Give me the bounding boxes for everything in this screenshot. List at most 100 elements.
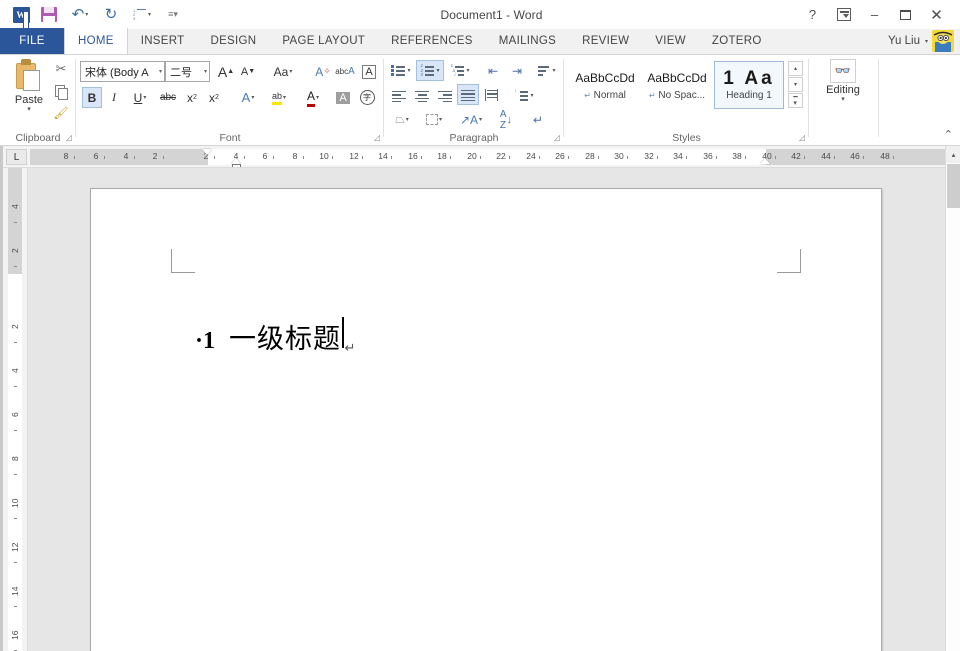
style-no-spacing[interactable]: AaBbCcDd ↵ No Spac...: [642, 61, 712, 109]
minimize-button[interactable]: –: [859, 2, 890, 27]
scrollbar-thumb[interactable]: [947, 164, 960, 208]
line-spacing-button-top[interactable]: ▾: [532, 60, 560, 81]
tab-zotero[interactable]: ZOTERO: [699, 28, 775, 54]
clear-formatting-icon[interactable]: A ✧: [312, 61, 334, 82]
format-painter-button[interactable]: 🖌: [50, 103, 72, 123]
ruler-minor-tick: [273, 156, 274, 159]
asian-layout-button[interactable]: ↗A ▾: [456, 109, 486, 130]
word-logo-icon[interactable]: W: [8, 4, 34, 26]
strikethrough-button[interactable]: abc: [156, 87, 180, 108]
shading-button[interactable]: ⏢ ▾: [388, 109, 416, 130]
redo-icon[interactable]: ↻: [98, 4, 124, 26]
styles-dialog-launcher[interactable]: ◿: [797, 133, 807, 143]
avatar[interactable]: [932, 30, 954, 52]
font-name-chevron-down-icon[interactable]: ▾: [157, 68, 162, 75]
distributed-button[interactable]: [480, 84, 502, 105]
phonetic-guide-icon[interactable]: abc A: [334, 61, 356, 82]
paragraph-dialog-launcher[interactable]: ◿: [552, 133, 562, 143]
collapse-ribbon-button[interactable]: ⌃: [944, 128, 953, 141]
heading-paragraph[interactable]: · 1 一级标题 ↵: [195, 317, 355, 356]
character-border-icon[interactable]: A: [358, 61, 380, 82]
center-button[interactable]: [411, 85, 433, 106]
tab-file[interactable]: FILE: [0, 28, 64, 54]
close-button[interactable]: ✕: [921, 2, 952, 27]
vertical-ruler[interactable]: 4 2 2 4 6 8 10 12 14 16: [0, 168, 28, 651]
subscript-button[interactable]: x2: [182, 87, 202, 108]
tab-mailings[interactable]: MAILINGS: [486, 28, 569, 54]
ribbon-display-options-icon[interactable]: [828, 2, 859, 27]
paste-chevron-down-icon[interactable]: ▾: [8, 106, 50, 114]
bullets-icon: [391, 64, 406, 77]
multilevel-list-button[interactable]: 1 a i ▾: [446, 60, 474, 81]
show-hide-marks-button[interactable]: ↵: [526, 109, 550, 130]
justify-button[interactable]: [457, 84, 479, 105]
help-button[interactable]: ?: [797, 2, 828, 27]
tab-design[interactable]: DESIGN: [197, 28, 269, 54]
document-page[interactable]: · 1 一级标题 ↵: [90, 188, 882, 651]
ruler-tick: 42: [791, 151, 801, 161]
tab-references[interactable]: REFERENCES: [378, 28, 486, 54]
font-dialog-launcher[interactable]: ◿: [372, 133, 382, 143]
change-case-button[interactable]: Aa ▾: [268, 61, 298, 82]
text-effects-button[interactable]: A ▾: [234, 87, 262, 108]
font-name-input[interactable]: 宋体 (Body A ▾: [80, 61, 165, 82]
line-and-paragraph-spacing-button[interactable]: ↕ ▾: [510, 85, 538, 106]
user-name[interactable]: Yu Liu: [888, 35, 920, 47]
italic-button[interactable]: I: [104, 87, 124, 108]
restore-button[interactable]: [890, 2, 921, 27]
underline-button[interactable]: U ▾: [126, 87, 154, 108]
shrink-font-button[interactable]: A ▼: [238, 61, 258, 82]
ruler-track[interactable]: 8 6 4 2 2 4 6 8 10 12 14 16 18 20 22 24 26 28 30 32 34 36 38 40…: [30, 149, 945, 167]
grow-font-button[interactable]: A ▲: [216, 61, 236, 82]
numbering-icon[interactable]: 123 ▾: [126, 4, 158, 26]
bullets-button[interactable]: ▾: [388, 60, 414, 81]
scroll-up-button[interactable]: ▴: [946, 146, 960, 163]
clipboard-dialog-launcher[interactable]: ◿: [64, 133, 74, 143]
borders-button[interactable]: ▾: [420, 109, 448, 130]
style-heading-1[interactable]: 1 Aa Heading 1: [714, 61, 784, 109]
style-normal[interactable]: AaBbCcDd ↵ Normal: [570, 61, 640, 109]
tab-page-layout[interactable]: PAGE LAYOUT: [269, 28, 378, 54]
ruler-tick: 4: [123, 151, 129, 161]
horizontal-ruler[interactable]: L 8 6 4 2 2 4 6 8 10 12 14 16 18 20 22 24 26 28 30 32 34 36 38…: [0, 146, 945, 168]
text-highlight-color-button[interactable]: ab ▾: [264, 87, 294, 108]
styles-scroll-down-button[interactable]: ▾: [788, 77, 803, 92]
cut-button[interactable]: ✂: [50, 59, 72, 79]
vertical-scrollbar[interactable]: ▴: [945, 146, 960, 651]
group-label-styles: Styles: [672, 132, 701, 144]
enclose-characters-button[interactable]: 字: [356, 87, 378, 108]
font-size-input[interactable]: 二号 ▾: [165, 61, 210, 82]
increase-indent-button[interactable]: ⇥: [506, 60, 528, 81]
font-color-button[interactable]: A ▾: [298, 87, 328, 108]
align-left-button[interactable]: [388, 85, 410, 106]
word-window: W ↶ ▾ ↻ 123 ▾ ≡▾ Document1 - Word ? – ✕ …: [0, 0, 960, 651]
styles-more-button[interactable]: ━ ▾: [788, 93, 803, 108]
align-right-button[interactable]: [434, 85, 456, 106]
right-indent-marker[interactable]: [760, 158, 770, 164]
bold-button[interactable]: B: [82, 87, 102, 108]
character-shading-button[interactable]: A: [332, 87, 354, 108]
font-size-chevron-down-icon[interactable]: ▾: [202, 68, 207, 75]
tab-home[interactable]: HOME: [64, 28, 128, 54]
account-chevron-down-icon[interactable]: ▾: [925, 38, 928, 45]
vertical-ruler-minor-tick: [14, 266, 17, 267]
decrease-indent-button[interactable]: ⇤: [482, 60, 504, 81]
styles-scroll-up-button[interactable]: ▴: [788, 61, 803, 76]
undo-icon[interactable]: ↶ ▾: [64, 4, 96, 26]
tab-stop-selector[interactable]: L: [6, 149, 27, 165]
paste-button[interactable]: Paste ▾: [8, 59, 50, 114]
tab-view[interactable]: VIEW: [642, 28, 699, 54]
save-icon[interactable]: [36, 4, 62, 26]
editing-chevron-down-icon[interactable]: ▾: [821, 96, 865, 104]
copy-button[interactable]: [50, 81, 72, 101]
editing-button[interactable]: 👓 Editing ▾: [821, 59, 865, 104]
ruler-minor-tick: [134, 156, 135, 159]
tab-review[interactable]: REVIEW: [569, 28, 642, 54]
sort-button[interactable]: A Z ↓: [494, 109, 518, 131]
first-line-indent-marker[interactable]: [202, 149, 212, 155]
numbering-button[interactable]: 123 ▾: [416, 60, 444, 81]
tab-insert[interactable]: INSERT: [128, 28, 198, 54]
document-canvas[interactable]: · 1 一级标题 ↵: [28, 168, 945, 651]
customize-quick-access-icon[interactable]: ≡▾: [160, 4, 186, 26]
superscript-button[interactable]: x2: [204, 87, 224, 108]
